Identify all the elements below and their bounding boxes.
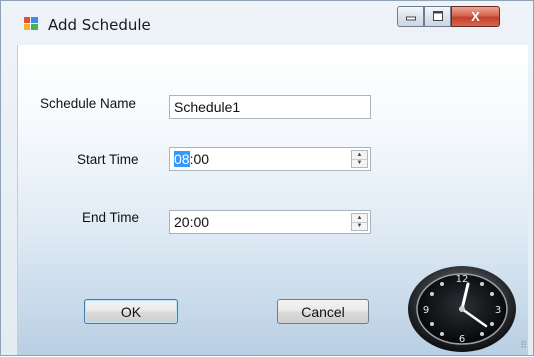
clock-numeral-9: 9 xyxy=(423,305,429,316)
minimize-button[interactable] xyxy=(397,6,424,27)
schedule-name-input[interactable]: Schedule1 xyxy=(169,95,371,119)
start-time-minutes: :00 xyxy=(189,151,210,167)
end-time-picker[interactable]: 20:00 ▲ ▼ xyxy=(169,210,371,234)
schedule-name-value: Schedule1 xyxy=(174,99,241,115)
add-schedule-window: Add Schedule X Schedule Name Schedule1 S… xyxy=(0,0,534,356)
start-time-picker[interactable]: 08:00 ▲ ▼ xyxy=(169,147,371,171)
title-bar[interactable]: Add Schedule X xyxy=(1,1,533,45)
end-time-value: 20:00 xyxy=(174,214,210,230)
app-icon xyxy=(23,15,39,31)
close-icon: X xyxy=(471,9,480,24)
clock-numeral-6: 6 xyxy=(459,334,465,345)
maximize-icon xyxy=(432,10,443,24)
start-time-hours-selected: 08 xyxy=(174,151,190,167)
close-button[interactable]: X xyxy=(451,6,500,27)
clock-numeral-12: 12 xyxy=(456,274,469,285)
maximize-button[interactable] xyxy=(424,6,451,27)
spin-down-icon[interactable]: ▼ xyxy=(352,160,367,168)
cancel-button[interactable]: Cancel xyxy=(277,299,369,324)
window-title: Add Schedule xyxy=(48,16,151,34)
analog-clock-icon: 12 3 6 9 xyxy=(406,264,518,352)
spin-up-icon[interactable]: ▲ xyxy=(352,151,367,160)
clock-numeral-3: 3 xyxy=(495,305,501,316)
start-time-label: Start Time xyxy=(77,152,139,167)
minimize-icon xyxy=(405,10,416,24)
resize-grip-icon[interactable]: ⠿ xyxy=(520,340,527,351)
schedule-name-label: Schedule Name xyxy=(40,96,137,111)
end-time-spinner[interactable]: ▲ ▼ xyxy=(351,213,368,231)
spin-down-icon[interactable]: ▼ xyxy=(352,223,367,231)
start-time-spinner[interactable]: ▲ ▼ xyxy=(351,150,368,168)
spin-up-icon[interactable]: ▲ xyxy=(352,214,367,223)
end-time-label: End Time xyxy=(82,210,140,225)
ok-button[interactable]: OK xyxy=(84,299,178,324)
